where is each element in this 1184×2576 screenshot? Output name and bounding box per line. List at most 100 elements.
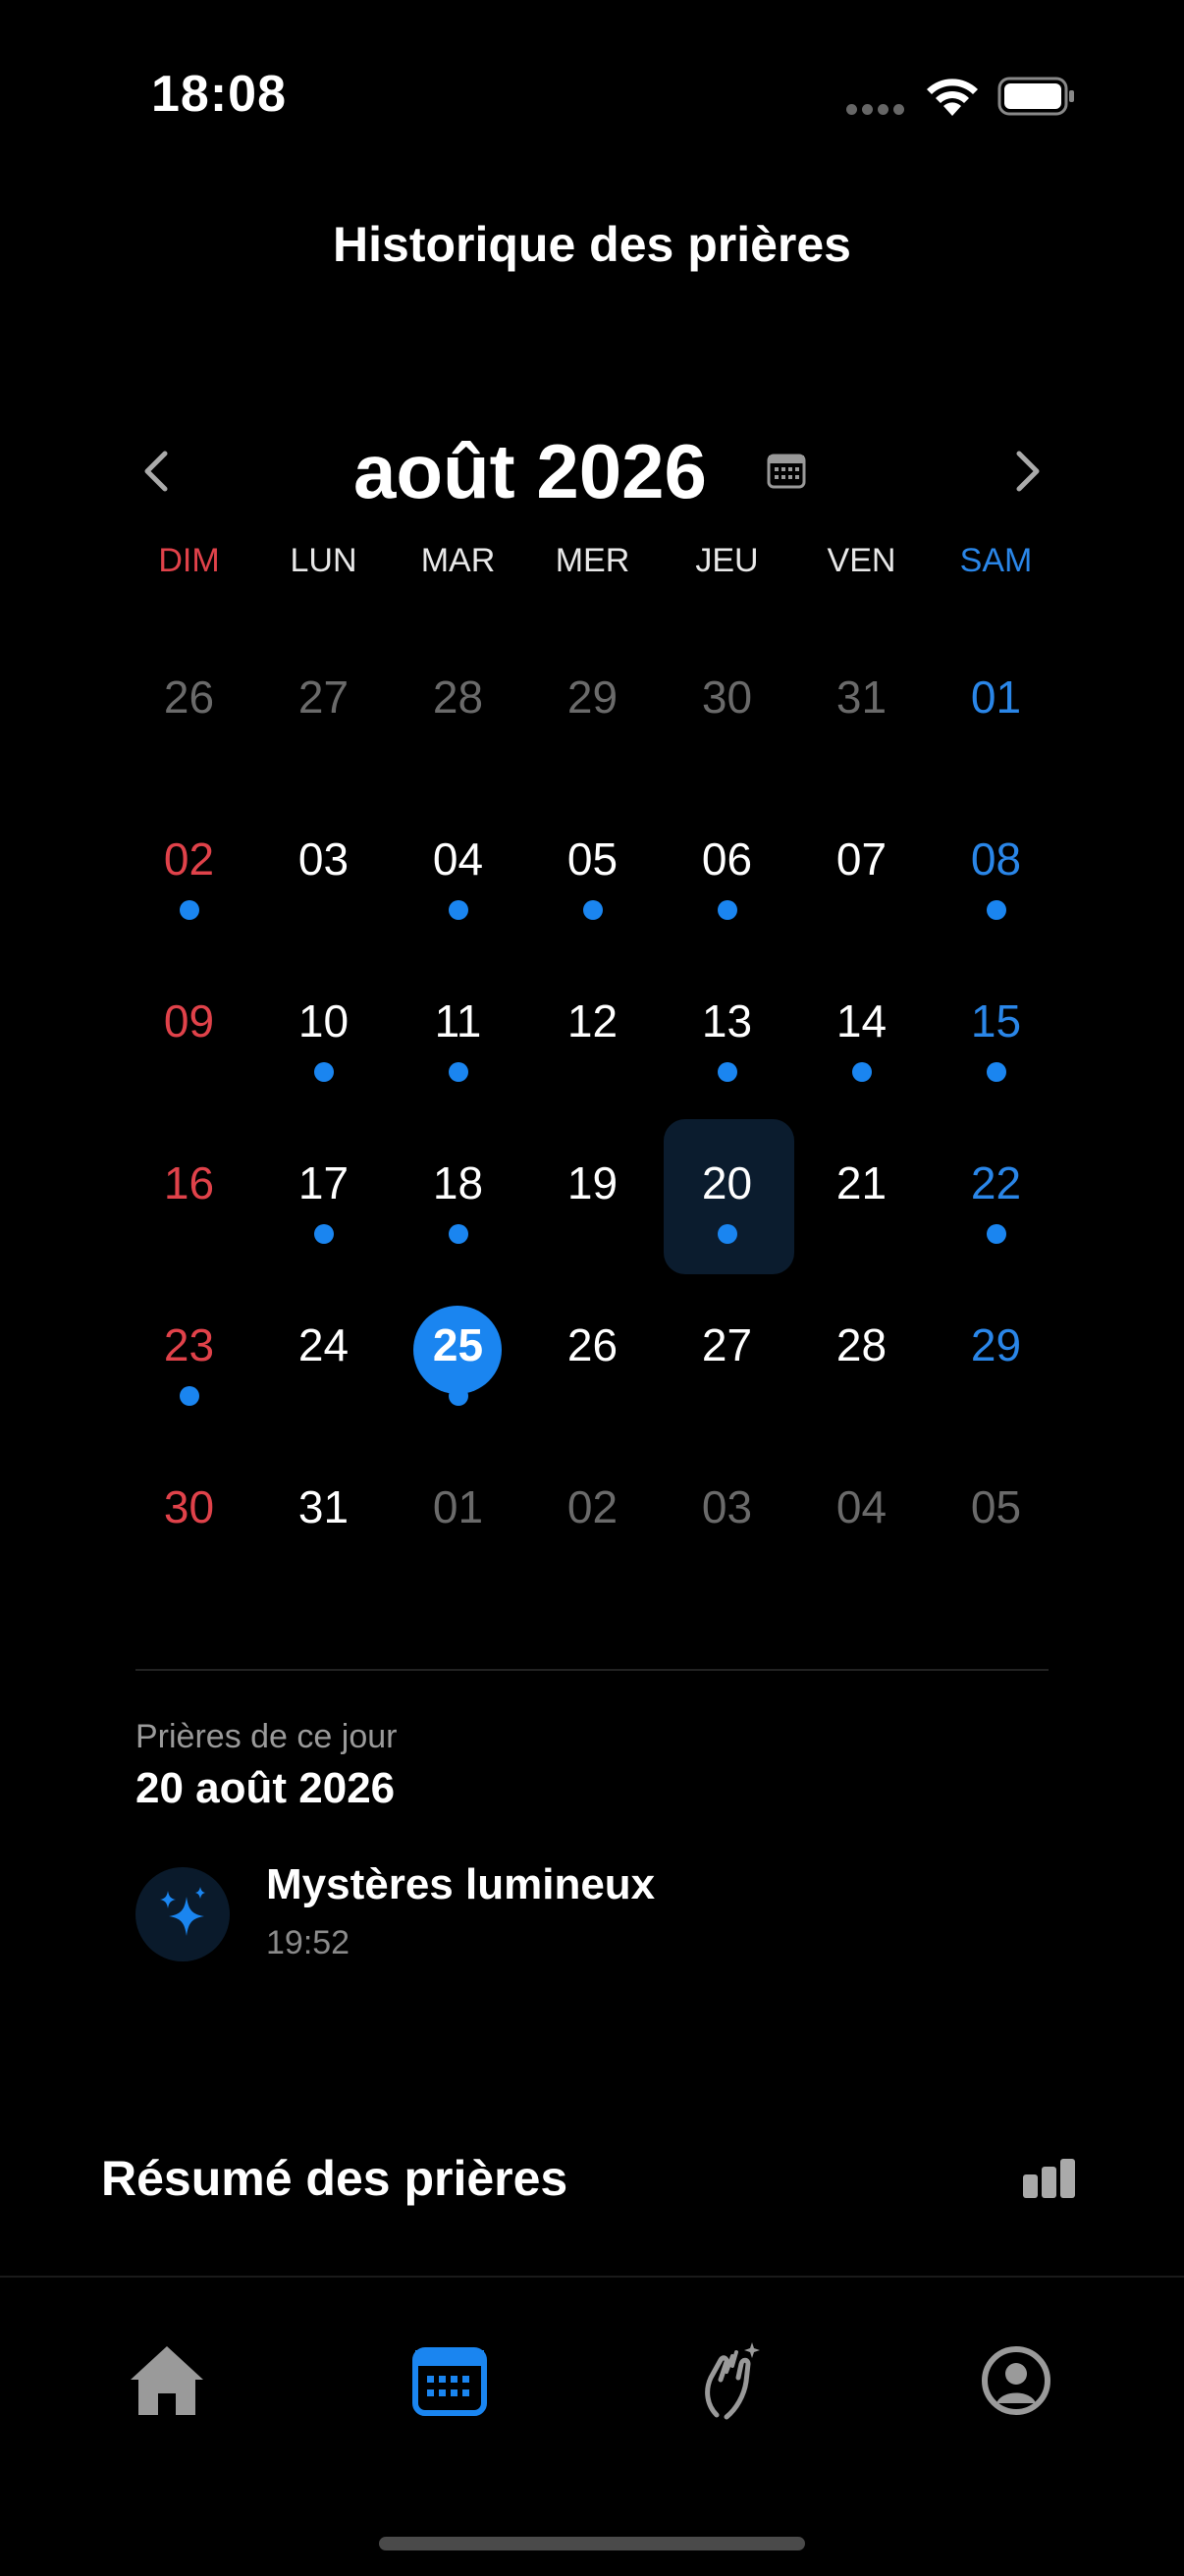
person-circle-icon[interactable] bbox=[972, 2336, 1060, 2425]
day-number: 24 bbox=[297, 1319, 350, 1370]
day-number: 10 bbox=[297, 995, 350, 1046]
house-icon[interactable] bbox=[123, 2336, 211, 2425]
calendar-day[interactable]: 14 bbox=[794, 952, 929, 1114]
day-number: 28 bbox=[432, 671, 484, 723]
prayer-logged-dot bbox=[180, 1386, 199, 1406]
weekday-label: MER bbox=[555, 542, 630, 579]
day-number: 16 bbox=[163, 1157, 215, 1208]
calendar-day[interactable]: 08 bbox=[929, 790, 1063, 952]
calendar-day[interactable]: 23 bbox=[122, 1276, 256, 1438]
calendar-week: 09 10 11 12 13 14 15 bbox=[122, 952, 1064, 1114]
calendar-day[interactable]: 01 bbox=[929, 628, 1063, 790]
calendar-day[interactable]: 25 bbox=[391, 1276, 525, 1438]
day-number: 29 bbox=[566, 671, 619, 723]
day-number: 26 bbox=[566, 1319, 619, 1370]
prayer-logged-dot bbox=[449, 900, 468, 920]
day-number: 22 bbox=[970, 1157, 1022, 1208]
calendar-day[interactable]: 01 bbox=[391, 1438, 525, 1600]
day-number: 03 bbox=[701, 1481, 753, 1532]
weekday-label: SAM bbox=[959, 542, 1033, 579]
status-time: 18:08 bbox=[151, 66, 287, 123]
day-number: 04 bbox=[835, 1481, 888, 1532]
day-number: 09 bbox=[163, 995, 215, 1046]
calendar-day[interactable]: 24 bbox=[256, 1276, 391, 1438]
calendar-day[interactable]: 26 bbox=[525, 1276, 660, 1438]
calendar-day[interactable]: 27 bbox=[256, 628, 391, 790]
month-label[interactable]: août 2026 bbox=[353, 427, 707, 516]
page-title: Historique des prières bbox=[333, 217, 851, 272]
day-number: 20 bbox=[701, 1157, 753, 1208]
calendar-day[interactable]: 22 bbox=[929, 1114, 1063, 1276]
day-number: 17 bbox=[297, 1157, 350, 1208]
calendar-day[interactable]: 28 bbox=[794, 1276, 929, 1438]
calendar-day[interactable]: 07 bbox=[794, 790, 929, 952]
calendar-week: 02 03 04 05 06 07 08 bbox=[122, 790, 1064, 952]
day-number: 29 bbox=[970, 1319, 1022, 1370]
calendar-icon[interactable] bbox=[405, 2336, 494, 2425]
calendar-day[interactable]: 09 bbox=[122, 952, 256, 1114]
cellular-signal-icon bbox=[846, 102, 909, 120]
calendar-day[interactable]: 28 bbox=[391, 628, 525, 790]
day-number: 13 bbox=[701, 995, 753, 1046]
day-number: 25 bbox=[432, 1319, 484, 1370]
calendar-day[interactable]: 06 bbox=[660, 790, 794, 952]
weekday-label: JEU bbox=[695, 542, 759, 579]
day-number: 14 bbox=[835, 995, 888, 1046]
calendar-day[interactable]: 05 bbox=[525, 790, 660, 952]
weekday-label: MAR bbox=[420, 542, 496, 579]
battery-icon bbox=[997, 77, 1074, 116]
calendar-day[interactable]: 29 bbox=[525, 628, 660, 790]
calendar-day[interactable]: 03 bbox=[256, 790, 391, 952]
calendar-week: 16 17 18 19 20 21 22 bbox=[122, 1114, 1064, 1276]
calendar-day[interactable]: 03 bbox=[660, 1438, 794, 1600]
day-number: 26 bbox=[163, 671, 215, 723]
calendar-day[interactable]: 19 bbox=[525, 1114, 660, 1276]
calendar-day[interactable]: 12 bbox=[525, 952, 660, 1114]
praying-hands-icon[interactable] bbox=[687, 2336, 776, 2425]
calendar-day[interactable]: 05 bbox=[929, 1438, 1063, 1600]
calendar-day[interactable]: 18 bbox=[391, 1114, 525, 1276]
calendar-day[interactable]: 02 bbox=[122, 790, 256, 952]
day-number: 19 bbox=[566, 1157, 619, 1208]
day-number: 11 bbox=[434, 995, 482, 1046]
calendar-day[interactable]: 16 bbox=[122, 1114, 256, 1276]
calendar-day[interactable]: 17 bbox=[256, 1114, 391, 1276]
prayer-logged-dot bbox=[314, 1062, 334, 1082]
prayer-logged-dot bbox=[314, 1224, 334, 1244]
calendar-day[interactable]: 02 bbox=[525, 1438, 660, 1600]
calendar-day[interactable]: 31 bbox=[794, 628, 929, 790]
calendar-day[interactable]: 21 bbox=[794, 1114, 929, 1276]
calendar-day[interactable]: 11 bbox=[391, 952, 525, 1114]
previous-month-button[interactable] bbox=[128, 442, 187, 501]
calendar-day[interactable]: 10 bbox=[256, 952, 391, 1114]
calendar-day[interactable]: 26 bbox=[122, 628, 256, 790]
calendar-day[interactable]: 30 bbox=[660, 628, 794, 790]
calendar-day[interactable]: 31 bbox=[256, 1438, 391, 1600]
day-number: 05 bbox=[970, 1481, 1022, 1532]
calendar-day[interactable]: 04 bbox=[391, 790, 525, 952]
day-number: 27 bbox=[297, 671, 350, 723]
prayer-logged-dot bbox=[718, 1224, 737, 1244]
day-number: 02 bbox=[163, 833, 215, 885]
calendar-day[interactable]: 30 bbox=[122, 1438, 256, 1600]
day-number: 08 bbox=[970, 833, 1022, 885]
weekday-label: DIM bbox=[158, 542, 220, 579]
sparkles-icon bbox=[135, 1867, 230, 1961]
weekday-header: DIM LUN MAR MER JEU VEN SAM bbox=[122, 542, 1064, 580]
day-number: 12 bbox=[566, 995, 619, 1046]
calendar-day[interactable]: 27 bbox=[660, 1276, 794, 1438]
calendar-day[interactable]: 20 bbox=[660, 1114, 794, 1276]
calendar-day[interactable]: 29 bbox=[929, 1276, 1063, 1438]
calendar-day[interactable]: 15 bbox=[929, 952, 1063, 1114]
day-number: 31 bbox=[297, 1481, 350, 1532]
calendar-day[interactable]: 13 bbox=[660, 952, 794, 1114]
day-number: 07 bbox=[835, 833, 888, 885]
summary-title: Résumé des prières bbox=[101, 2151, 568, 2206]
status-bar: 18:08 bbox=[0, 0, 1184, 187]
day-number: 27 bbox=[701, 1319, 753, 1370]
calendar-day[interactable]: 04 bbox=[794, 1438, 929, 1600]
bar-chart-icon[interactable] bbox=[1021, 2157, 1080, 2200]
calendar-picker-icon[interactable] bbox=[766, 452, 807, 491]
next-month-button[interactable] bbox=[997, 442, 1056, 501]
prayer-name[interactable]: Mystères lumineux bbox=[266, 1860, 655, 1909]
